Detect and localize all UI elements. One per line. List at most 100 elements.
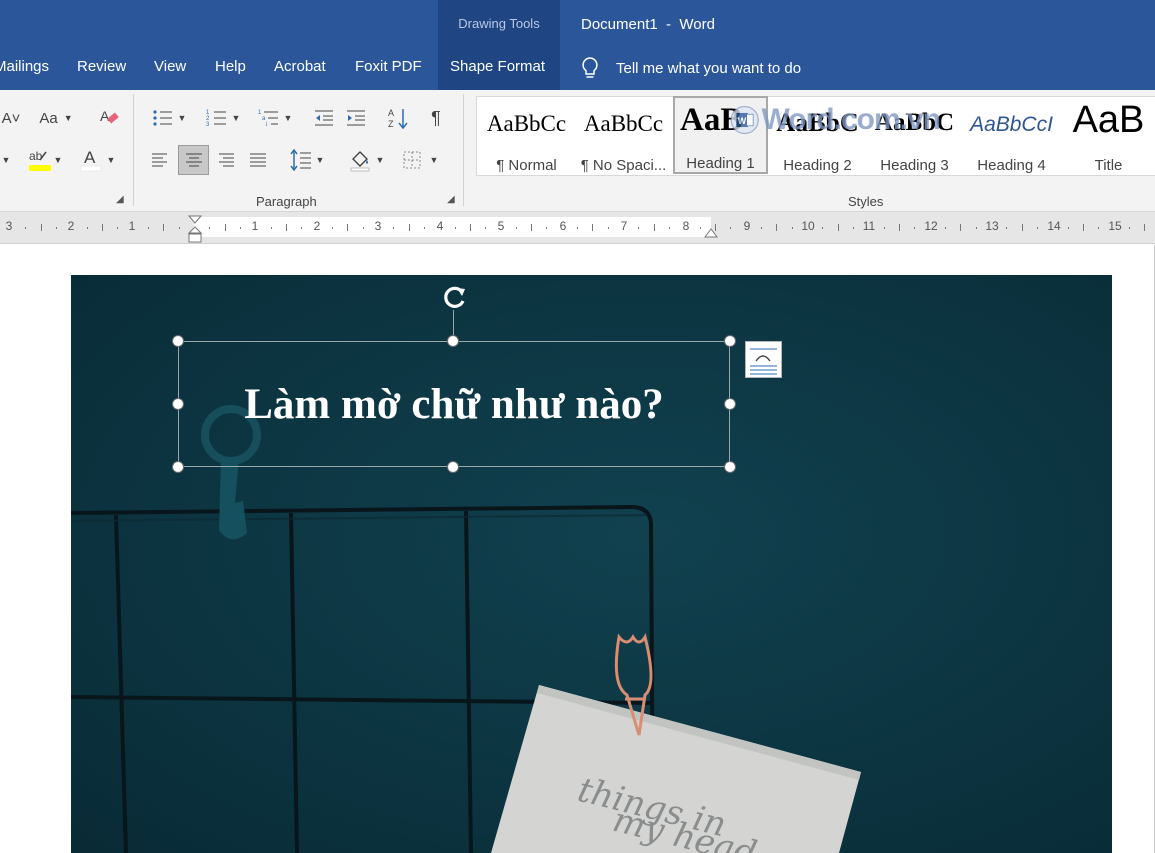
- style-name: ¶ Normal: [496, 157, 557, 174]
- resize-handle-top[interactable]: [447, 335, 459, 347]
- show-formatting-marks-button[interactable]: ¶: [422, 104, 450, 132]
- right-indent-marker-icon[interactable]: [704, 226, 718, 238]
- line-spacing-button[interactable]: ▼: [284, 146, 330, 174]
- ruler-tick: [976, 227, 977, 229]
- ruler-tick: [301, 227, 302, 229]
- style-normal[interactable]: AaBbCc ¶ Normal: [479, 99, 574, 174]
- increase-indent-icon: [347, 110, 365, 126]
- ruler-tick: [654, 224, 655, 231]
- multilevel-list-icon: 1ai: [258, 110, 278, 128]
- ruler-tick: [240, 227, 241, 229]
- watermark-text: Word.com.vn: [761, 103, 941, 136]
- shading-button[interactable]: ▼: [342, 146, 390, 174]
- resize-handle-bottom[interactable]: [447, 461, 459, 473]
- clear-formatting-button[interactable]: A: [95, 104, 123, 130]
- ruler-tick: [546, 227, 547, 229]
- change-case-button[interactable]: Aa ▼: [36, 106, 76, 130]
- ruler-tick: [332, 227, 333, 229]
- increase-indent-button[interactable]: [342, 104, 370, 132]
- tab-help[interactable]: Help: [215, 58, 246, 75]
- text-highlight-button[interactable]: ab ▼: [20, 146, 68, 174]
- resize-handle-right[interactable]: [724, 398, 736, 410]
- tab-mailings[interactable]: Mailings: [0, 58, 49, 75]
- contextual-tab-group: [438, 0, 560, 90]
- tab-review[interactable]: Review: [77, 58, 126, 75]
- svg-text:i: i: [266, 122, 267, 128]
- ruler-tick: [271, 227, 272, 229]
- tell-me-search[interactable]: Tell me what you want to do: [580, 54, 801, 82]
- sort-button[interactable]: A Z: [384, 104, 412, 132]
- tab-view[interactable]: View: [154, 58, 186, 75]
- chevron-down-icon: ▼: [283, 113, 293, 123]
- chevron-down-icon: ▼: [231, 113, 241, 123]
- font-color-button[interactable]: A ▼: [74, 146, 120, 174]
- resize-handle-bottom-left[interactable]: [172, 461, 184, 473]
- ruler-tick: [393, 227, 394, 229]
- ruler-tick: [792, 227, 793, 229]
- align-center-button[interactable]: [178, 145, 209, 175]
- lightbulb-icon: [582, 57, 598, 78]
- font-dialog-launcher[interactable]: ◢: [116, 194, 124, 205]
- paragraph-dialog-launcher[interactable]: ◢: [447, 194, 455, 205]
- svg-text:ab: ab: [29, 149, 43, 163]
- align-left-button[interactable]: [146, 146, 174, 174]
- text-box[interactable]: Làm mờ chữ như nào?: [178, 341, 730, 467]
- justify-icon: [250, 153, 266, 167]
- tab-shape-format[interactable]: Shape Format: [450, 58, 545, 75]
- font-color-icon: A: [80, 148, 101, 172]
- style-title[interactable]: AaB Title: [1061, 99, 1155, 174]
- layout-options-button[interactable]: [745, 341, 782, 378]
- tab-foxit-pdf[interactable]: Foxit PDF: [355, 58, 422, 75]
- ruler-tick: [102, 224, 103, 231]
- text-box-content[interactable]: Làm mờ chữ như nào?: [179, 380, 729, 429]
- ruler-number: 11: [862, 219, 876, 233]
- bullets-button[interactable]: ▼: [146, 104, 192, 132]
- ruler-tick: [1083, 224, 1084, 231]
- style-no-spacing[interactable]: AaBbCc ¶ No Spaci...: [576, 99, 671, 174]
- text-wrap-icon: [750, 348, 777, 375]
- ruler-tick: [577, 227, 578, 229]
- svg-text:A: A: [388, 108, 394, 118]
- ruler-tick: [945, 227, 946, 229]
- style-heading-4[interactable]: AaBbCcI Heading 4: [964, 99, 1059, 174]
- horizontal-ruler[interactable]: 3 2 1 1 2 3 4 5 6 7 8 9 10 11 12 13 14 1…: [0, 212, 1155, 244]
- style-preview: AaB: [1072, 99, 1145, 141]
- resize-handle-top-left[interactable]: [172, 335, 184, 347]
- ruler-number: 1: [128, 219, 136, 233]
- word-logo-icon: W: [730, 105, 759, 135]
- document-title: Document1 - Word: [581, 16, 715, 33]
- numbering-icon: 123: [206, 110, 226, 128]
- ruler-number: 2: [313, 219, 321, 233]
- indent-marker-icon[interactable]: [187, 214, 203, 244]
- watermark: W Word.com.vn: [730, 96, 941, 144]
- resize-handle-bottom-right[interactable]: [724, 461, 736, 473]
- ruler-number: 9: [743, 219, 751, 233]
- chevron-down-icon: ▼: [429, 155, 439, 165]
- resize-handle-top-right[interactable]: [724, 335, 736, 347]
- decrease-indent-button[interactable]: [310, 104, 338, 132]
- ruler-tick: [1098, 227, 1099, 229]
- shrink-font-button[interactable]: A˅: [0, 106, 22, 130]
- rotate-handle-icon[interactable]: [440, 282, 470, 312]
- ruler-tick: [761, 227, 762, 229]
- ruler-tick: [163, 224, 164, 231]
- tab-acrobat[interactable]: Acrobat: [274, 58, 326, 75]
- chevron-down-icon[interactable]: ▼: [0, 148, 12, 172]
- align-right-button[interactable]: [212, 146, 240, 174]
- ruler-number: 13: [985, 219, 999, 233]
- multilevel-list-button[interactable]: 1ai ▼: [252, 104, 298, 132]
- decrease-indent-icon: [315, 110, 333, 126]
- tell-me-text: Tell me what you want to do: [616, 59, 802, 77]
- ruler-tick: [363, 227, 364, 229]
- justify-button[interactable]: [244, 146, 272, 174]
- numbering-button[interactable]: 123 ▼: [200, 104, 246, 132]
- bullets-icon: [152, 110, 172, 126]
- separator: [133, 94, 134, 206]
- line-spacing-icon: [289, 149, 311, 171]
- style-name: ¶ No Spaci...: [580, 157, 667, 174]
- borders-button[interactable]: ▼: [396, 146, 444, 174]
- ruler-tick: [470, 224, 471, 231]
- resize-handle-left[interactable]: [172, 398, 184, 410]
- ruler-tick: [1129, 227, 1130, 229]
- ruler-number: 12: [924, 219, 938, 233]
